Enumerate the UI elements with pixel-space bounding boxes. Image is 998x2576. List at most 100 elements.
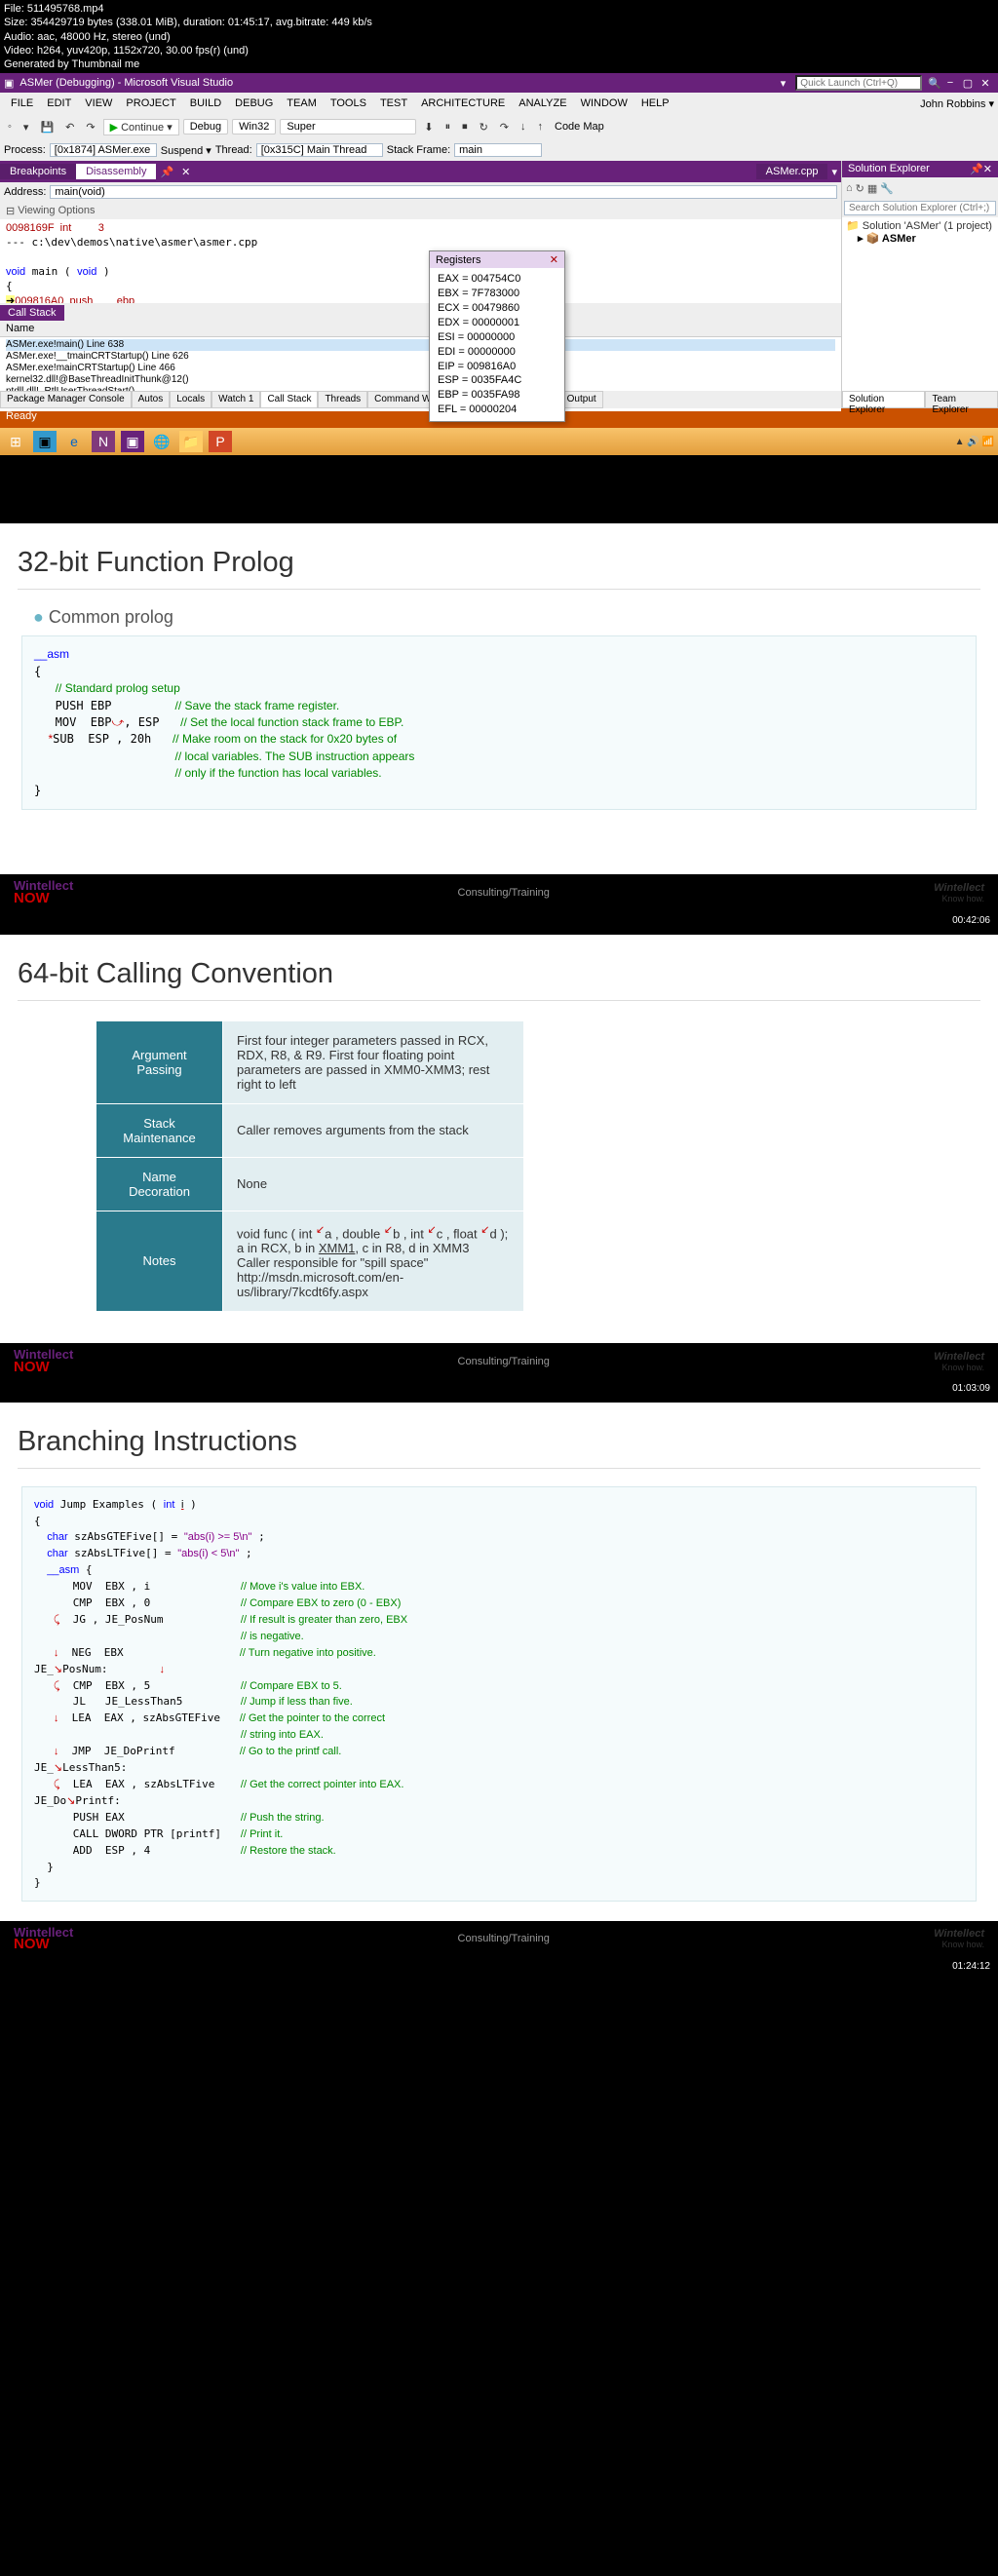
stackframe-dropdown[interactable]: main	[454, 143, 542, 157]
tab-autos[interactable]: Autos	[132, 391, 171, 408]
register-row: EDI = 00000000	[438, 345, 557, 360]
se-toolbar: ⌂ ↻ ▦ 🔧	[842, 177, 998, 199]
menu-tools[interactable]: TOOLS	[324, 97, 373, 109]
titlebar: ▣ ASMer (Debugging) - Microsoft Visual S…	[0, 73, 998, 93]
viewing-options[interactable]: ⊟Viewing Options	[0, 202, 841, 219]
se-refresh-icon[interactable]: ↻	[856, 182, 864, 195]
tab-asmer-cpp[interactable]: ASMer.cpp	[756, 164, 828, 179]
menu-debug[interactable]: DEBUG	[228, 97, 280, 109]
tab-pmc[interactable]: Package Manager Console	[0, 391, 132, 408]
continue-button[interactable]: ▶ Continue ▾	[103, 119, 179, 135]
callstack-row[interactable]: ASMer.exe!mainCRTStartup() Line 466	[6, 363, 835, 374]
pause-icon[interactable]: ⏸	[441, 120, 455, 135]
table-cell: Caller removes arguments from the stack	[223, 1103, 524, 1157]
onenote-icon[interactable]: N	[92, 431, 115, 452]
se-home-icon[interactable]: ⌂	[846, 182, 853, 194]
ie-icon[interactable]: ▣	[33, 431, 57, 452]
chrome-icon[interactable]: 🌐	[150, 431, 173, 452]
tab-threads[interactable]: Threads	[318, 391, 367, 408]
se-showall-icon[interactable]: ▦	[867, 182, 877, 195]
address-input[interactable]: main(void)	[50, 185, 837, 199]
reg-close-icon[interactable]: ✕	[550, 253, 558, 266]
step-icon[interactable]: ⬇	[420, 120, 437, 135]
thread-dropdown[interactable]: [0x315C] Main Thread	[256, 143, 383, 157]
code-block: void Jump Examples ( int i ) { char szAb…	[21, 1486, 977, 1902]
search-icon[interactable]: 🔍	[928, 77, 941, 90]
suspend-button[interactable]: Suspend ▾	[161, 144, 211, 157]
tab-disassembly[interactable]: Disassembly	[76, 164, 156, 179]
tab-callstack[interactable]: Call Stack	[260, 391, 318, 408]
redo-icon[interactable]: ↷	[82, 120, 98, 135]
callstack-row[interactable]: ASMer.exe!__tmainCRTStartup() Line 626	[6, 351, 835, 363]
step-out-icon[interactable]: ↑	[534, 120, 548, 134]
menu-test[interactable]: TEST	[373, 97, 414, 109]
step-over-icon[interactable]: ↷	[496, 120, 513, 135]
undo-icon[interactable]: ↶	[61, 120, 78, 135]
vs-icon[interactable]: ▣	[121, 431, 144, 452]
menu-file[interactable]: FILE	[4, 97, 40, 109]
tab-solexp[interactable]: Solution Explorer	[842, 391, 925, 408]
save-icon[interactable]: 💾	[36, 120, 58, 135]
se-close-icon[interactable]: ✕	[983, 163, 992, 175]
tab-locals[interactable]: Locals	[170, 391, 211, 408]
tab-dropdown-icon[interactable]: ▾	[827, 166, 841, 178]
stackframe-label: Stack Frame:	[387, 144, 450, 156]
powerpoint-icon[interactable]: P	[209, 431, 232, 452]
tab-close-icon[interactable]: ✕	[177, 166, 194, 178]
nav-back-icon[interactable]: ◦	[4, 120, 16, 134]
slide-32bit-prolog: 32-bit Function Prolog Common prolog __a…	[0, 523, 998, 874]
callstack-row[interactable]: kernel32.dll!@BaseThreadInitThunk@12()	[6, 374, 835, 386]
solution-explorer-panel: Solution Explorer 📌✕ ⌂ ↻ ▦ 🔧 📁 Solution '…	[842, 161, 998, 408]
menu-build[interactable]: BUILD	[183, 97, 228, 109]
menu-architecture[interactable]: ARCHITECTURE	[414, 97, 512, 109]
code-block: __asm { // Standard prolog setup PUSH EB…	[21, 635, 977, 810]
stop-icon[interactable]: ⏹	[458, 120, 472, 135]
menu-window[interactable]: WINDOW	[574, 97, 634, 109]
tab-pin-icon[interactable]: 📌	[156, 166, 177, 178]
explorer-icon[interactable]: 📁	[179, 431, 203, 452]
thread-label: Thread:	[215, 144, 252, 156]
process-label: Process:	[4, 144, 46, 156]
register-row: ESI = 00000000	[438, 330, 557, 345]
system-tray[interactable]: ▲ 🔊 📶	[955, 437, 994, 447]
platform-dropdown[interactable]: Win32	[232, 119, 276, 135]
se-tree: 📁 Solution 'ASMer' (1 project) ▸ 📦 ASMer	[842, 217, 998, 391]
start-icon[interactable]: ⊞	[4, 431, 27, 452]
tab-teamexp[interactable]: Team Explorer	[925, 391, 998, 408]
tab-output[interactable]: Output	[560, 391, 603, 408]
register-row: EAX = 004754C0	[438, 272, 557, 287]
project-node[interactable]: ▸ 📦 ASMer	[858, 232, 994, 245]
super-dropdown[interactable]: Super	[280, 119, 416, 135]
menu-analyze[interactable]: ANALYZE	[512, 97, 573, 109]
maximize-button[interactable]: ▢	[959, 77, 977, 90]
user-label[interactable]: John Robbins ▾	[920, 97, 994, 110]
menubar: FILE EDIT VIEW PROJECT BUILD DEBUG TEAM …	[0, 93, 998, 114]
editor-tabs: Breakpoints Disassembly 📌 ✕ ASMer.cpp ▾	[0, 161, 841, 182]
step-into-icon[interactable]: ↓	[517, 120, 530, 134]
restart-icon[interactable]: ↻	[476, 120, 492, 135]
callstack-row[interactable]: ASMer.exe!main() Line 638	[6, 339, 835, 351]
quick-launch-input[interactable]	[795, 75, 922, 91]
output-tabs: Package Manager Console Autos Locals Wat…	[0, 391, 841, 408]
menu-project[interactable]: PROJECT	[119, 97, 182, 109]
close-button[interactable]: ✕	[977, 77, 994, 90]
solution-node[interactable]: 📁 Solution 'ASMer' (1 project)	[846, 219, 994, 232]
tab-breakpoints[interactable]: Breakpoints	[0, 164, 76, 179]
menu-view[interactable]: VIEW	[78, 97, 119, 109]
se-pin-icon[interactable]: 📌	[970, 163, 983, 175]
address-label: Address:	[4, 186, 46, 198]
tab-watch[interactable]: Watch 1	[211, 391, 260, 408]
minimize-button[interactable]: −	[941, 77, 959, 89]
codemap-button[interactable]: Code Map	[555, 121, 604, 133]
menu-team[interactable]: TEAM	[280, 97, 324, 109]
footer-text: Consulting/Training	[458, 1356, 550, 1367]
menu-edit[interactable]: EDIT	[40, 97, 78, 109]
menu-help[interactable]: HELP	[634, 97, 676, 109]
se-search-input[interactable]	[844, 201, 996, 215]
callstack-tab[interactable]: Call Stack	[0, 305, 64, 321]
nav-fwd-icon[interactable]: ▾	[19, 120, 33, 135]
se-props-icon[interactable]: 🔧	[880, 182, 894, 195]
config-dropdown[interactable]: Debug	[183, 119, 228, 135]
process-dropdown[interactable]: [0x1874] ASMer.exe	[50, 143, 157, 157]
edge-icon[interactable]: e	[62, 431, 86, 452]
